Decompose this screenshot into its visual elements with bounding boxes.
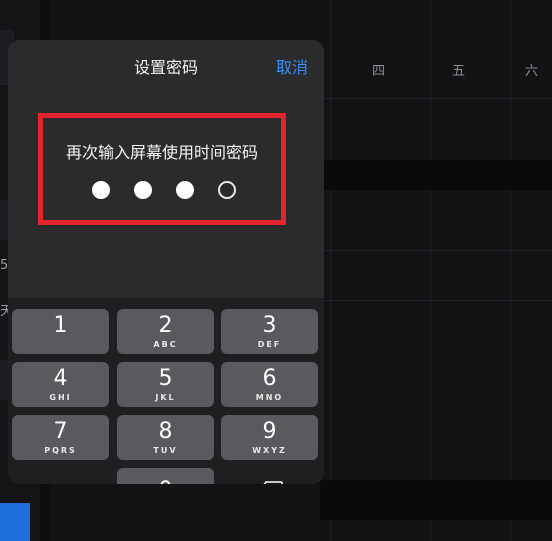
key-digit: 1 [53,313,68,338]
key-letters: ABC [153,340,178,349]
background-band [320,480,552,520]
passcode-dot-filled [92,181,110,199]
key-5[interactable]: 5 JKL [117,362,214,407]
key-digit: 7 [53,419,68,444]
grid-line [430,0,431,541]
key-digit: 8 [158,419,173,444]
key-letters: PQRS [44,446,77,455]
key-digit: 2 [158,313,173,338]
backspace-button[interactable] [221,468,318,484]
key-1[interactable]: 1 [12,309,109,354]
weekday-label: 六 [525,64,539,79]
key-digit: 3 [262,313,277,338]
background-band [320,160,552,190]
weekday-label: 四 [372,64,386,79]
key-2[interactable]: 2 ABC [117,309,214,354]
key-7[interactable]: 7 PQRS [12,415,109,460]
dialog-header: 设置密码 取消 [8,40,324,90]
key-letters: TUV [153,446,178,455]
number-keypad: 1 2 ABC 3 DEF 4 GHI 5 JKL 6 MNO 7 PQRS 8 TUV 9 WXYZ 0 [8,298,324,484]
passcode-dot-filled [134,181,152,199]
passcode-dot-filled [176,181,194,199]
highlight-box: 再次输入屏幕使用时间密码 [38,113,286,225]
key-letters: MNO [255,393,284,402]
passcode-dot-empty [218,181,236,199]
grid-line [510,0,511,541]
key-4[interactable]: 4 GHI [12,362,109,407]
sidebar-blue-tab [0,503,30,541]
key-letters: GHI [49,393,72,402]
key-digit: 4 [53,366,68,391]
key-digit: 9 [262,419,277,444]
key-digit: 6 [262,366,277,391]
key-0[interactable]: 0 [117,468,214,484]
key-6[interactable]: 6 MNO [221,362,318,407]
key-8[interactable]: 8 TUV [117,415,214,460]
key-letters: WXYZ [252,446,287,455]
key-digit: 5 [158,366,173,391]
backspace-icon [263,481,283,484]
passcode-prompt: 再次输入屏幕使用时间密码 [65,143,258,162]
weekday-label: 五 [452,64,466,79]
key-letters: DEF [257,340,282,349]
set-passcode-dialog: 设置密码 取消 再次输入屏幕使用时间密码 1 2 ABC 3 DEF 4 GHI 5 JKL 6 M… [8,40,324,484]
key-9[interactable]: 9 WXYZ [221,415,318,460]
key-letters: JKL [155,393,176,402]
key-digit: 0 [117,480,214,485]
grid-line [330,0,331,541]
cancel-button[interactable]: 取消 [276,54,308,78]
key-3[interactable]: 3 DEF [221,309,318,354]
